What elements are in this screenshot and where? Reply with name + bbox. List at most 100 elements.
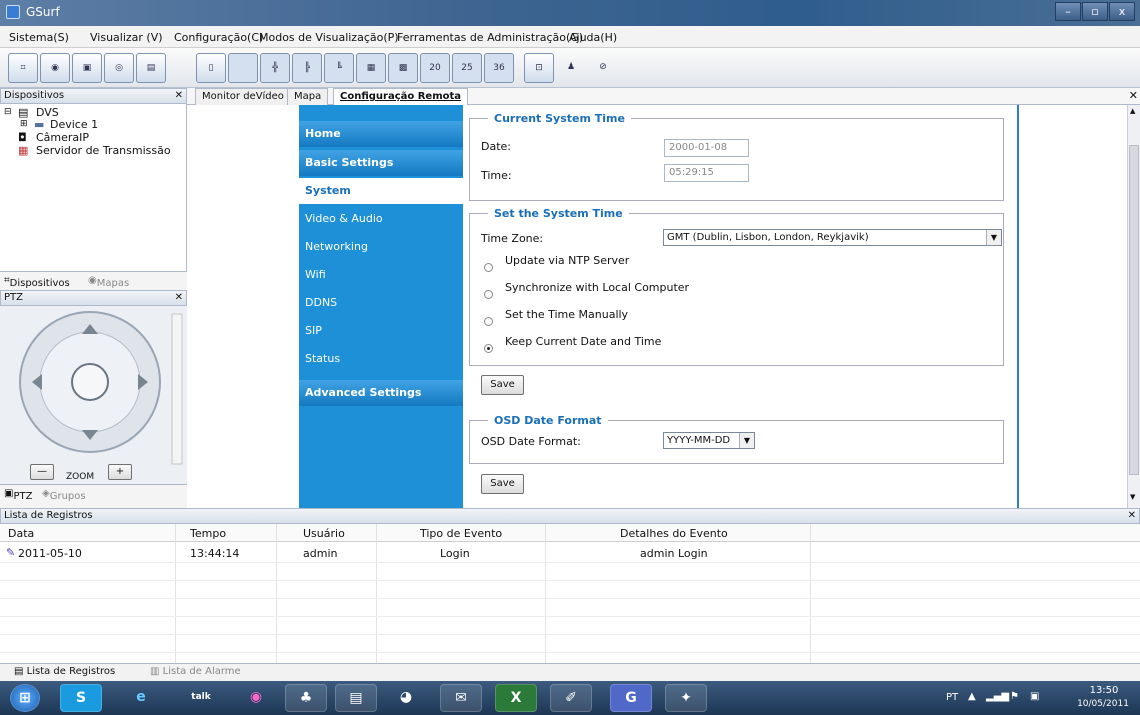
layout-6-icon[interactable]: ╠ [292,53,322,83]
nav-status[interactable]: Status [299,346,463,372]
nav-basic-settings[interactable]: Basic Settings [299,150,463,176]
tab-mapa[interactable]: Mapa [287,88,329,105]
tree-ipcamera[interactable]: CâmeraIP [36,131,89,144]
table-row[interactable]: ✎ 2011-05-10 13:44:14 admin Login admin … [0,544,1140,562]
paint-icon[interactable]: ✐ [550,684,592,712]
radio-ntp[interactable] [484,263,493,272]
playback-icon[interactable]: ▤ [136,53,166,83]
nav-sip[interactable]: SIP [299,318,463,344]
tab-monitor-video[interactable]: Monitor deVídeo [195,88,291,105]
radio-manual[interactable] [484,317,493,326]
clock-time[interactable]: 13:50 [1084,685,1124,696]
chevron-down-icon[interactable]: ▼ [739,433,754,448]
contacts-icon[interactable]: ♣ [285,684,327,712]
layout-36-button[interactable]: 36 [484,53,514,83]
user-icon[interactable]: ♟ [556,53,586,83]
tab-ptz[interactable]: ▣ PTZ [4,488,32,502]
nav-advanced-settings[interactable]: Advanced Settings [299,380,463,406]
menu-sistema[interactable]: Sistema(S) [9,31,69,44]
scroll-thumb[interactable] [1129,145,1139,475]
tree-server[interactable]: Servidor de Transmissão [36,144,171,157]
zoom-out-button[interactable]: — [30,464,54,480]
tool-icon[interactable]: ✦ [665,684,707,712]
layout-8-icon[interactable]: ╚ [324,53,354,83]
tray-arrow-icon[interactable]: ▲ [968,691,976,702]
date-field[interactable]: 2000-01-08 [664,139,749,157]
collapse-icon[interactable]: ⊟ [4,107,12,117]
col-tempo[interactable]: Tempo [190,527,226,540]
main-scrollbar[interactable]: ▲ ▼ [1127,105,1140,508]
ptz-scrollbar[interactable] [171,313,183,465]
fullscreen-icon[interactable]: ⊡ [524,53,554,83]
lock-icon[interactable]: ⊘ [588,53,618,83]
media-icon[interactable]: ◕ [385,684,427,712]
layout-25-button[interactable]: 25 [452,53,482,83]
tab-lista-alarme[interactable]: ▥ Lista de Alarme [150,666,241,677]
tab-configuracao-remota[interactable]: Configuração Remota [333,88,469,105]
radio-keep[interactable] [484,344,493,353]
nav-system[interactable]: System [299,178,463,204]
layout-9-icon[interactable]: ▦ [356,53,386,83]
tab-grupos[interactable]: ◈ Grupos [42,488,86,502]
signal-icon[interactable]: ▂▄▆ [986,691,1009,702]
radio-sync[interactable] [484,290,493,299]
layout-16-icon[interactable]: ▩ [388,53,418,83]
clock-date[interactable]: 10/05/2011 [1070,699,1136,709]
col-usuario[interactable]: Usuário [303,527,345,540]
outlook-icon[interactable]: ✉ [440,684,482,712]
expand-icon[interactable]: ⊞ [20,119,28,129]
ptz-center-button[interactable] [71,363,109,401]
camera-icon[interactable]: ◎ [104,53,134,83]
globe-icon[interactable]: ◉ [40,53,70,83]
nav-video-audio[interactable]: Video & Audio [299,206,463,232]
menu-ferramentas[interactable]: Ferramentas de Administração(G) [397,31,583,44]
network-icon[interactable]: ▣ [1030,691,1039,702]
language-indicator[interactable]: PT [946,692,958,703]
menu-ajuda[interactable]: Ajuda(H) [569,31,617,44]
menu-modos[interactable]: Modos de Visualização(P) [259,31,399,44]
col-detalhes[interactable]: Detalhes do Evento [620,527,728,540]
time-field[interactable]: 05:29:15 [664,164,749,182]
osd-format-select[interactable]: YYYY-MM-DD ▼ [663,432,755,449]
files-icon[interactable]: ▤ [335,684,377,712]
layout-1-icon[interactable]: ▯ [196,53,226,83]
nav-home[interactable]: Home [299,121,463,147]
timezone-select[interactable]: GMT (Dublin, Lisbon, London, Reykjavik) … [663,229,1002,246]
minimize-button[interactable]: – [1055,2,1081,21]
close-icon[interactable]: ✕ [1129,89,1138,102]
layout-single-icon[interactable] [228,53,258,83]
layout-4-icon[interactable]: ╬ [260,53,290,83]
close-icon[interactable]: ✕ [175,89,183,103]
close-icon[interactable]: ✕ [175,291,183,305]
flag-icon[interactable]: ⚑ [1010,691,1019,702]
col-data[interactable]: Data [8,527,34,540]
menu-configuracao[interactable]: Configuração(C) [174,31,263,44]
col-tipo-evento[interactable]: Tipo de Evento [420,527,502,540]
layout-20-button[interactable]: 20 [420,53,450,83]
scroll-up-icon[interactable]: ▲ [1130,107,1135,115]
monitor-icon[interactable]: ▣ [72,53,102,83]
ie-icon[interactable]: e [120,684,162,712]
chrome-icon[interactable]: ◉ [235,684,277,712]
device-tree-icon[interactable]: ⌗ [8,53,38,83]
save-osd-button[interactable]: Save [481,474,524,494]
talk-icon[interactable]: talk [180,684,222,712]
nav-ddns[interactable]: DDNS [299,290,463,316]
nav-networking[interactable]: Networking [299,234,463,260]
zoom-in-button[interactable]: + [108,464,132,480]
start-button[interactable]: ⊞ [10,684,40,712]
nav-wifi[interactable]: Wifi [299,262,463,288]
tab-mapas[interactable]: ◉ Mapas [88,275,129,289]
close-button[interactable]: x [1109,2,1135,21]
close-icon[interactable]: ✕ [1128,509,1136,523]
menu-visualizar[interactable]: Visualizar (V) [90,31,163,44]
chevron-down-icon[interactable]: ▼ [986,230,1001,245]
tree-device-1[interactable]: Device 1 [50,118,98,131]
tab-lista-registros[interactable]: ▤ Lista de Registros [14,666,115,677]
excel-icon[interactable]: X [495,684,537,712]
restore-button[interactable]: ▫ [1082,2,1108,21]
gsurf-icon[interactable]: G [610,684,652,712]
skype-icon[interactable]: S [60,684,102,712]
save-time-button[interactable]: Save [481,375,524,395]
scroll-down-icon[interactable]: ▼ [1130,493,1135,501]
